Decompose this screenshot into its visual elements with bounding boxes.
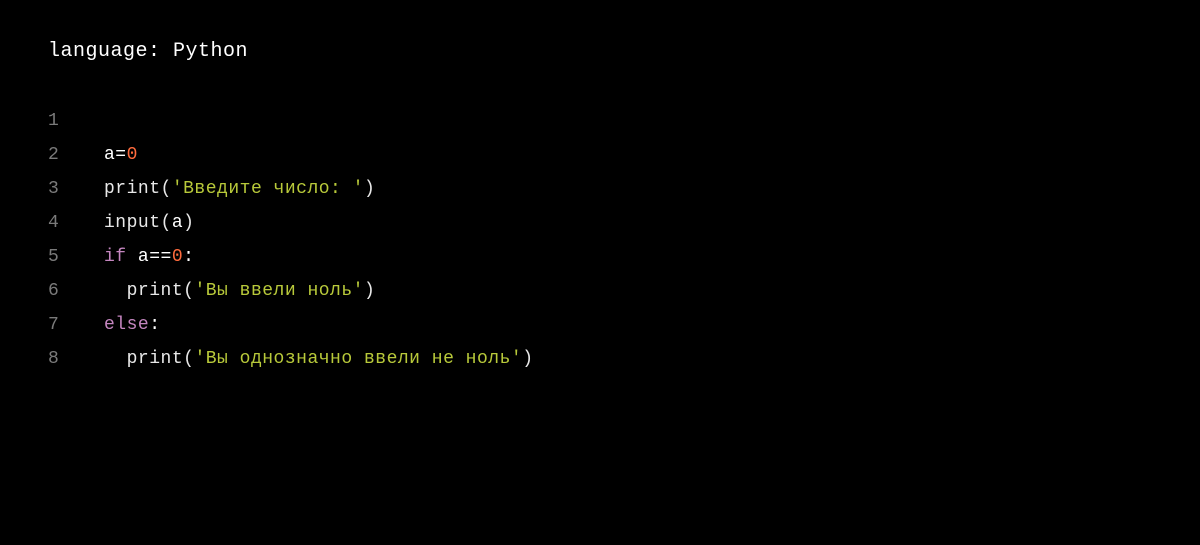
line-content: print('Вы однозначно ввели не ноль') xyxy=(104,349,534,369)
code-token: ( xyxy=(183,349,194,369)
code-token: : xyxy=(183,247,194,267)
line-number: 5 xyxy=(48,247,104,267)
code-token: print xyxy=(127,349,184,369)
code-token: 'Вы ввели ноль' xyxy=(194,281,364,301)
line-number: 2 xyxy=(48,145,104,165)
code-token: 'Вы однозначно ввели не ноль' xyxy=(194,349,522,369)
code-token: else xyxy=(104,315,149,335)
code-line: 3print('Введите число: ') xyxy=(48,179,1152,199)
line-number: 7 xyxy=(48,315,104,335)
line-content: a=0 xyxy=(104,145,138,165)
code-token: ) xyxy=(364,179,375,199)
code-token xyxy=(104,349,127,369)
code-token: ) xyxy=(522,349,533,369)
code-line: 6 print('Вы ввели ноль') xyxy=(48,281,1152,301)
line-number: 8 xyxy=(48,349,104,369)
code-token: if xyxy=(104,247,127,267)
code-token: : xyxy=(149,315,160,335)
line-number: 3 xyxy=(48,179,104,199)
code-line: 8 print('Вы однозначно ввели не ноль') xyxy=(48,349,1152,369)
line-number: 4 xyxy=(48,213,104,233)
line-number: 6 xyxy=(48,281,104,301)
code-block: 12a=03print('Введите число: ')4input(a)5… xyxy=(48,111,1152,369)
code-token: 0 xyxy=(127,145,138,165)
code-token: 'Введите число: ' xyxy=(172,179,364,199)
code-token: a xyxy=(172,213,183,233)
line-content: print('Введите число: ') xyxy=(104,179,375,199)
line-number: 1 xyxy=(48,111,104,131)
code-token: ( xyxy=(161,213,172,233)
code-token xyxy=(104,281,127,301)
code-line: 7else: xyxy=(48,315,1152,335)
code-token: ( xyxy=(161,179,172,199)
code-token: ( xyxy=(183,281,194,301)
line-content: print('Вы ввели ноль') xyxy=(104,281,375,301)
language-name: Python xyxy=(173,40,248,63)
code-token: ) xyxy=(364,281,375,301)
line-content: if a==0: xyxy=(104,247,194,267)
code-line: 2a=0 xyxy=(48,145,1152,165)
language-header: language: Python xyxy=(48,40,1152,63)
code-token: print xyxy=(127,281,184,301)
code-token: input xyxy=(104,213,161,233)
code-token: print xyxy=(104,179,161,199)
line-content: else: xyxy=(104,315,161,335)
code-token: ) xyxy=(183,213,194,233)
code-token: 0 xyxy=(172,247,183,267)
code-line: 4input(a) xyxy=(48,213,1152,233)
code-line: 1 xyxy=(48,111,1152,131)
line-content: input(a) xyxy=(104,213,194,233)
code-token: a== xyxy=(127,247,172,267)
code-line: 5if a==0: xyxy=(48,247,1152,267)
language-label: language: xyxy=(48,40,161,63)
code-token: a= xyxy=(104,145,127,165)
